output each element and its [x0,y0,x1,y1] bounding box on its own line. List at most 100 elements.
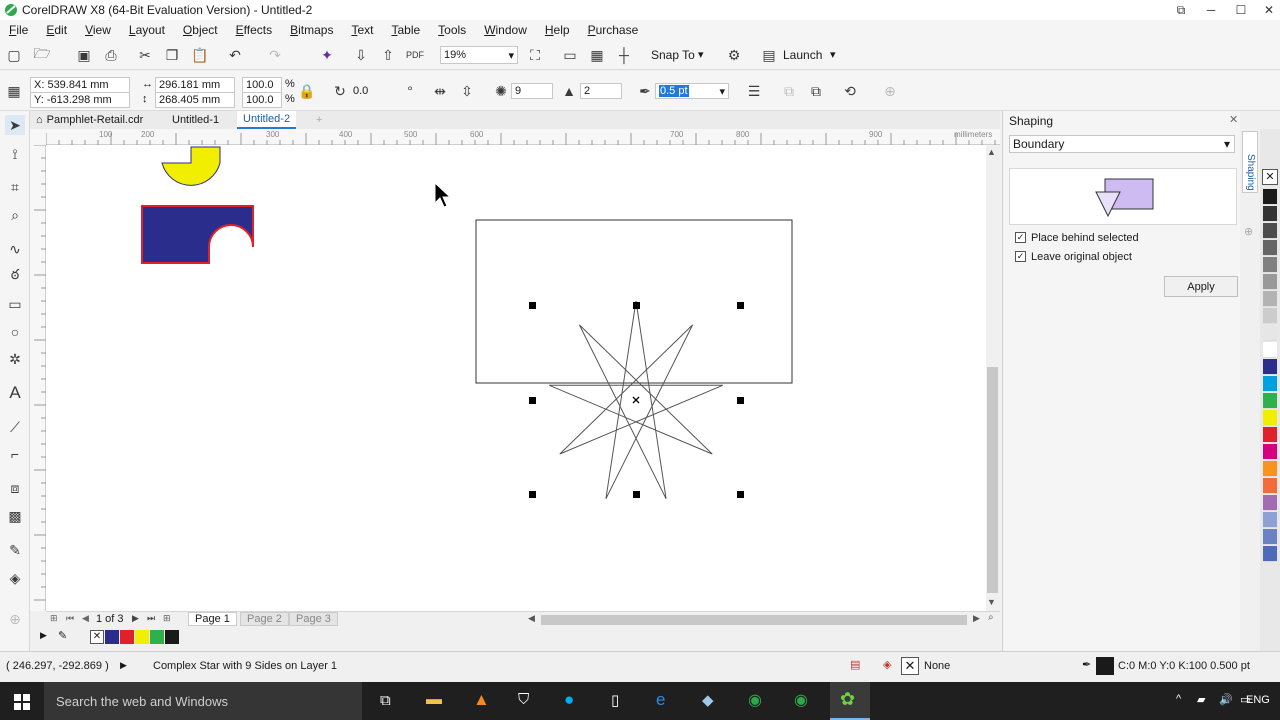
coreldraw-taskbar-button[interactable]: ✿ [830,682,870,720]
color-swatch[interactable] [1263,478,1277,494]
no-color-swatch[interactable]: ✕ [90,630,104,644]
scroll-up-icon[interactable]: ▲ [987,147,996,157]
connector-tool-icon[interactable]: ⌐ [5,444,25,464]
color-swatch[interactable] [150,630,164,644]
star-points-field[interactable]: 9 [511,83,553,99]
redo-icon[interactable]: ↷ [265,45,285,65]
new-document-icon[interactable]: ▢ [4,45,24,65]
interactive-fill-tool-icon[interactable]: ◈ [5,568,25,588]
options-gear-icon[interactable]: ⚙ [724,45,744,65]
edge-browser-icon[interactable]: e [656,690,665,710]
color-swatch[interactable] [1263,512,1277,528]
apply-button[interactable]: Apply [1164,276,1238,297]
restore-tray-icon[interactable]: ⧉ [1166,0,1196,20]
app-icon[interactable]: ◆ [702,691,714,709]
show-guidelines-icon[interactable]: ┼ [614,45,634,65]
pick-tool-icon[interactable]: ➤ [5,115,25,135]
vertical-scrollbar[interactable]: ▲ ▼ [986,145,1000,611]
tray-chevron-icon[interactable]: ^ [1176,693,1181,705]
ruler-origin[interactable] [30,129,46,145]
zoom-to-page-icon[interactable]: ⛶ [525,45,545,65]
color-swatch[interactable] [1263,427,1277,443]
import-icon[interactable]: ⇩ [351,45,371,65]
selection-handle[interactable] [529,491,536,498]
scale-width-field[interactable]: 100.0 [242,77,282,93]
parallel-dimension-tool-icon[interactable]: ⟋ [5,417,25,437]
color-swatch[interactable] [1263,393,1277,409]
shaping-mode-select[interactable]: Boundary ▾ [1009,135,1235,153]
freehand-tool-icon[interactable]: ∿ [5,239,25,259]
selection-handle[interactable] [633,491,640,498]
zoom-level-select[interactable]: 19% ▾ [440,46,518,64]
text-wrap-icon[interactable]: ☰ [744,81,764,101]
mirror-horizontal-icon[interactable]: ⇹ [430,81,450,101]
scroll-right-icon[interactable]: ▶ [973,613,980,624]
text-tool-icon[interactable]: A [5,383,25,403]
undo-icon[interactable]: ↶ [225,45,245,65]
last-page-icon[interactable]: ⏭ [147,613,155,624]
menu-edit[interactable]: Edit [37,23,76,37]
ellipse-tool-icon[interactable]: ○ [5,322,25,342]
color-swatch[interactable] [1263,291,1277,307]
leave-original-checkbox[interactable]: ✓ [1015,251,1026,262]
add-tool-icon[interactable]: ⊕ [5,609,25,629]
color-swatch[interactable] [1263,308,1277,324]
color-swatch[interactable] [1263,461,1277,477]
tab-untitled-1[interactable]: Untitled-1 [166,111,225,129]
page-tab-2[interactable]: Page 2 [240,612,289,626]
first-page-icon[interactable]: ⏮ [66,613,74,624]
expand-arrow-icon[interactable]: ▶ [120,660,127,671]
horizontal-scroll-thumb[interactable] [541,615,967,625]
add-page-after-icon[interactable]: ⊞ [163,613,171,624]
selection-handle[interactable] [529,302,536,309]
corel-app-icon[interactable]: ◉ [748,690,762,710]
scale-height-field[interactable]: 100.0 [242,92,282,108]
smart-drawing-tool-icon[interactable]: ఠ [5,266,25,286]
full-screen-preview-icon[interactable]: ▭ [560,45,580,65]
color-swatch[interactable] [1263,189,1277,205]
page-tab-3[interactable]: Page 3 [289,612,338,626]
rotation-field[interactable]: 0.0 [350,83,395,99]
maximize-button[interactable]: ☐ [1226,0,1256,20]
add-page-before-icon[interactable]: ⊞ [50,613,58,624]
color-swatch[interactable] [1263,410,1277,426]
color-swatch[interactable] [1263,376,1277,392]
tab-untitled-2[interactable]: Untitled-2 [237,111,297,129]
to-front-icon[interactable]: ⧉ [779,81,799,101]
color-swatch[interactable] [135,630,149,644]
menu-tools[interactable]: Tools [429,23,475,37]
outline-color-swatch[interactable] [1096,657,1114,675]
selection-handle[interactable] [633,302,640,309]
color-swatch[interactable] [1263,342,1277,358]
color-swatch[interactable] [1263,223,1277,239]
color-swatch[interactable] [120,630,134,644]
close-button[interactable]: ✕ [1254,0,1280,20]
object-origin-icon[interactable]: ▦ [4,81,24,101]
menu-table[interactable]: Table [382,23,429,37]
crop-tool-icon[interactable]: ⌗ [5,177,25,197]
print-icon[interactable]: ⎙ [101,45,121,65]
eyedropper-tool-icon[interactable]: ✎ [5,540,25,560]
color-swatch[interactable] [1263,359,1277,375]
shaping-docker-tab[interactable]: Shaping [1242,131,1258,193]
page-tab-1[interactable]: Page 1 [188,612,237,626]
prev-page-icon[interactable]: ◀ [82,613,89,624]
menu-file[interactable]: File [0,23,37,37]
corel-connect-icon[interactable]: ✦ [317,45,337,65]
selection-handle[interactable] [737,302,744,309]
color-swatch[interactable] [1263,257,1277,273]
menu-purchase[interactable]: Purchase [579,23,648,37]
color-swatch[interactable] [165,630,179,644]
volume-icon[interactable]: 🔊 [1219,693,1233,706]
selection-handle[interactable] [737,397,744,404]
color-swatch[interactable] [1263,444,1277,460]
menu-layout[interactable]: Layout [120,23,174,37]
tab-pamphlet-retail[interactable]: ⌂ Pamphlet-Retail.cdr [30,111,149,129]
place-behind-checkbox[interactable]: ✓ [1015,232,1026,243]
fill-none-swatch[interactable]: ✕ [901,657,919,675]
height-field[interactable]: 268.405 mm [155,92,235,108]
menu-text[interactable]: Text [342,23,382,37]
lock-ratio-icon[interactable]: 🔒 [297,81,317,101]
polygon-tool-icon[interactable]: ✲ [5,349,25,369]
star-sharpness-field[interactable]: 2 [580,83,622,99]
